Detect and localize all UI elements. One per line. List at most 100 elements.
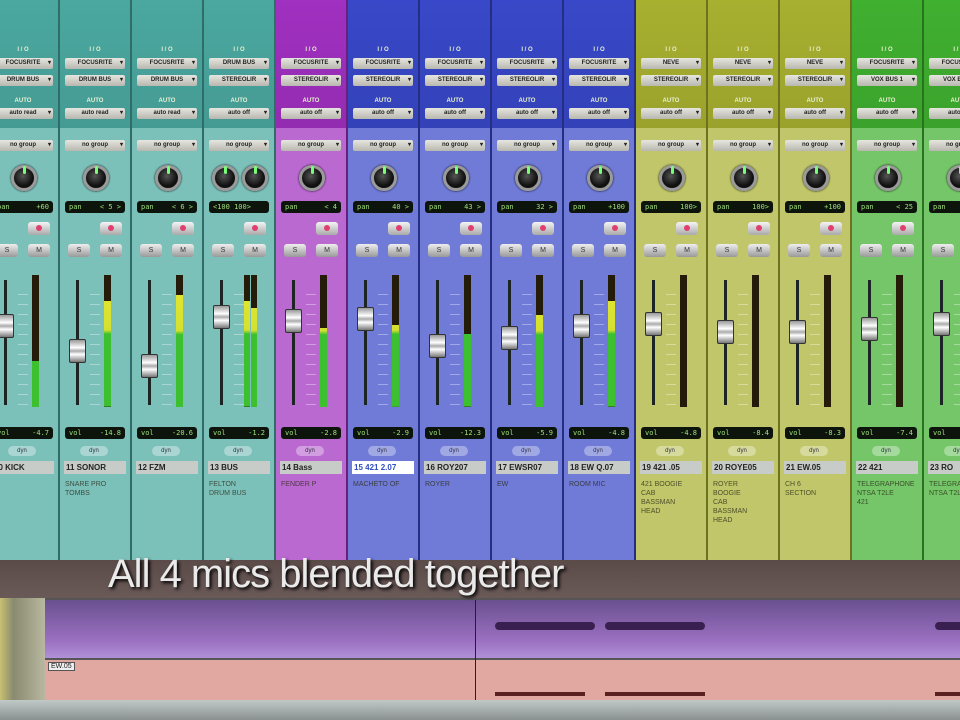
input-selector[interactable]: NEVE bbox=[785, 58, 845, 69]
mute-button[interactable]: M bbox=[244, 244, 266, 257]
pan-knob[interactable] bbox=[371, 165, 397, 191]
record-button[interactable] bbox=[460, 222, 482, 235]
output-selector[interactable]: VOX BUS 1 bbox=[857, 75, 917, 86]
volume-display[interactable]: vol -2.9 bbox=[353, 427, 413, 439]
dyn-button[interactable]: dyn bbox=[80, 446, 108, 456]
group-selector[interactable]: no group bbox=[281, 140, 341, 151]
record-button[interactable] bbox=[748, 222, 770, 235]
track-comment[interactable]: Telegraphone NTSA T2LE bbox=[929, 480, 960, 498]
pan-knob[interactable] bbox=[731, 165, 757, 191]
input-selector[interactable]: FOCUSRITE bbox=[497, 58, 557, 69]
pan-knob-left[interactable] bbox=[212, 165, 238, 191]
output-selector[interactable]: STEREOLIR bbox=[209, 75, 269, 86]
group-selector[interactable]: no group bbox=[0, 140, 53, 151]
dyn-button[interactable]: dyn bbox=[296, 446, 324, 456]
track-name[interactable]: 17 EWSR07 bbox=[496, 461, 558, 474]
dyn-button[interactable]: dyn bbox=[800, 446, 828, 456]
volume-display[interactable]: vol -8.3 bbox=[785, 427, 845, 439]
volume-fader[interactable] bbox=[0, 314, 14, 338]
pan-display[interactable]: pan < 5 > bbox=[65, 201, 125, 213]
volume-display[interactable]: vol -4.8 bbox=[641, 427, 701, 439]
dyn-button[interactable]: dyn bbox=[8, 446, 36, 456]
automation-mode-selector[interactable]: auto off bbox=[857, 108, 917, 119]
input-selector[interactable]: FOCUSRITE bbox=[569, 58, 629, 69]
audio-lane-pink[interactable] bbox=[45, 660, 960, 700]
track-name[interactable]: 18 EW Q.07 bbox=[568, 461, 630, 474]
track-comment[interactable]: Telegraphone NTSA T2LE 421 bbox=[857, 480, 917, 507]
pan-knob[interactable] bbox=[515, 165, 541, 191]
pan-display[interactable]: pan< 25 bbox=[929, 201, 960, 213]
solo-button[interactable]: S bbox=[860, 244, 882, 257]
pan-display[interactable]: pan 43 > bbox=[425, 201, 485, 213]
input-selector[interactable]: DRUM BUS bbox=[209, 58, 269, 69]
volume-display[interactable]: vol -14.8 bbox=[65, 427, 125, 439]
input-selector[interactable]: FOCUSRITE bbox=[65, 58, 125, 69]
input-selector[interactable]: NEVE bbox=[713, 58, 773, 69]
track-comment[interactable]: FENDER P bbox=[281, 480, 341, 489]
track-name[interactable]: 21 EW.05 bbox=[784, 461, 846, 474]
volume-display[interactable]: vol -4.7 bbox=[0, 427, 53, 439]
track-comment[interactable]: ROYER bbox=[425, 480, 485, 489]
audio-lane-purple[interactable] bbox=[45, 600, 960, 658]
pan-display[interactable]: pan 100> bbox=[713, 201, 773, 213]
bottom-scrollbar[interactable] bbox=[0, 700, 960, 720]
group-selector[interactable]: no group bbox=[209, 140, 269, 151]
volume-fader[interactable] bbox=[501, 325, 518, 350]
track-name[interactable]: 11 SONOR bbox=[64, 461, 126, 474]
automation-mode-selector[interactable]: auto off bbox=[497, 108, 557, 119]
solo-button[interactable]: S bbox=[716, 244, 738, 257]
dyn-button[interactable]: dyn bbox=[440, 446, 468, 456]
group-selector[interactable]: no group bbox=[929, 140, 960, 151]
dyn-button[interactable]: dyn bbox=[224, 446, 252, 456]
group-selector[interactable]: no group bbox=[785, 140, 845, 151]
track-name[interactable]: 13 BUS bbox=[208, 461, 270, 474]
volume-display[interactable]: vol -2.8 bbox=[281, 427, 341, 439]
pan-knob[interactable] bbox=[443, 165, 469, 191]
output-selector[interactable]: STEREOLIR bbox=[713, 75, 773, 86]
output-selector[interactable]: STEREOLIR bbox=[281, 75, 341, 86]
track-name[interactable]: 10 KICK bbox=[0, 461, 54, 474]
volume-fader[interactable] bbox=[789, 319, 806, 344]
track-name[interactable]: 20 ROYE05 bbox=[712, 461, 774, 474]
pan-display[interactable]: <100 100> bbox=[209, 201, 269, 213]
track-comment[interactable]: MACHETO OF bbox=[353, 480, 413, 489]
volume-display[interactable]: vol -8.4 bbox=[713, 427, 773, 439]
solo-button[interactable]: S bbox=[428, 244, 450, 257]
dyn-button[interactable]: dyn bbox=[512, 446, 540, 456]
record-button[interactable] bbox=[28, 222, 50, 235]
automation-mode-selector[interactable]: auto read bbox=[65, 108, 125, 119]
solo-button[interactable]: S bbox=[212, 244, 234, 257]
solo-button[interactable]: S bbox=[644, 244, 666, 257]
volume-display[interactable]: vol -4.8 bbox=[569, 427, 629, 439]
mute-button[interactable]: M bbox=[172, 244, 194, 257]
group-selector[interactable]: no group bbox=[641, 140, 701, 151]
output-selector[interactable]: STEREOLIR bbox=[641, 75, 701, 86]
track-comment[interactable]: SNARE PRO TOMBS bbox=[65, 480, 125, 498]
dyn-button[interactable]: dyn bbox=[872, 446, 900, 456]
mute-button[interactable]: M bbox=[460, 244, 482, 257]
solo-button[interactable]: S bbox=[572, 244, 594, 257]
pan-knob[interactable] bbox=[155, 165, 181, 191]
mute-button[interactable]: M bbox=[28, 244, 50, 257]
track-name[interactable]: 14 Bass bbox=[280, 461, 342, 474]
pan-display[interactable]: pan < 4 bbox=[281, 201, 341, 213]
record-button[interactable] bbox=[676, 222, 698, 235]
pan-display[interactable]: pan < 6 > bbox=[137, 201, 197, 213]
dyn-button[interactable]: dyn bbox=[368, 446, 396, 456]
solo-button[interactable]: S bbox=[356, 244, 378, 257]
volume-fader[interactable] bbox=[573, 314, 590, 338]
track-name[interactable]: 16 ROY207 bbox=[424, 461, 486, 474]
group-selector[interactable]: no group bbox=[713, 140, 773, 151]
record-button[interactable] bbox=[604, 222, 626, 235]
pan-knob[interactable] bbox=[659, 165, 685, 191]
track-comment[interactable]: FELTON DRUM BUS bbox=[209, 480, 269, 498]
solo-button[interactable]: S bbox=[284, 244, 306, 257]
output-selector[interactable]: DRUM BUS bbox=[0, 75, 53, 86]
track-comment[interactable]: 421 BOOGIE CAB BASSMAN HEAD bbox=[641, 480, 701, 516]
volume-fader[interactable] bbox=[69, 339, 86, 364]
record-button[interactable] bbox=[244, 222, 266, 235]
mute-button[interactable]: M bbox=[820, 244, 842, 257]
mute-button[interactable]: M bbox=[676, 244, 698, 257]
volume-display[interactable]: vol -7.4 bbox=[857, 427, 917, 439]
automation-mode-selector[interactable]: auto off bbox=[425, 108, 485, 119]
